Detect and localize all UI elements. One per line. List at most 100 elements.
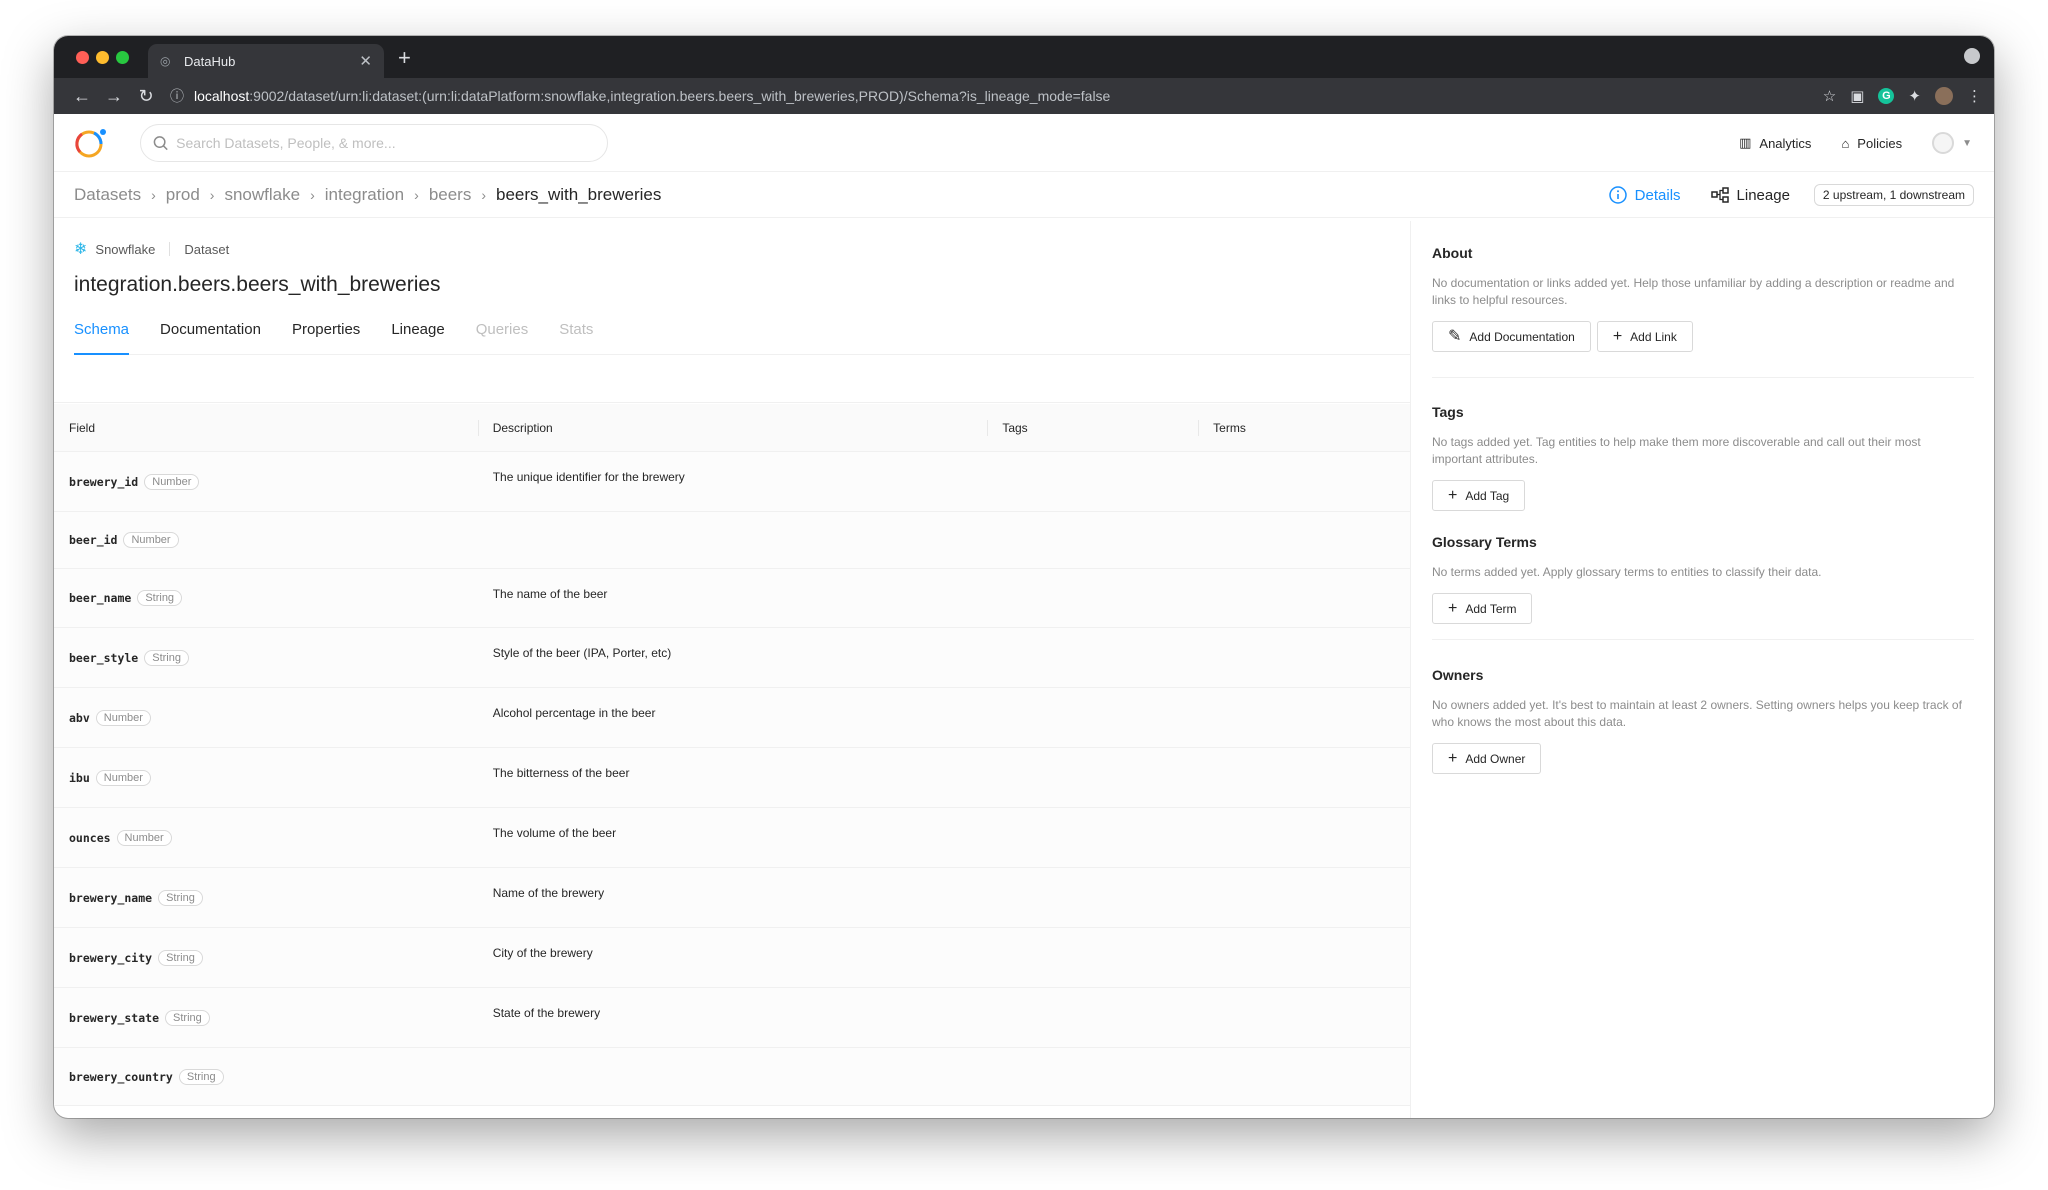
add-tag-button[interactable]: + Add Tag [1432,480,1526,511]
profile-avatar-icon[interactable] [1935,87,1953,105]
terms-cell[interactable] [1198,628,1410,687]
breadcrumb-beers[interactable]: beers [429,185,472,205]
schema-table: Field Description Tags Terms brewery_id N… [54,404,1410,1106]
browser-tab[interactable]: ◎ DataHub ✕ [148,44,384,78]
reload-icon[interactable]: ↻ [130,86,162,107]
platform-name: Snowflake [95,241,156,257]
terms-cell[interactable] [1198,988,1410,1047]
extensions-puzzle-icon[interactable]: ✦ [1908,87,1921,105]
search-bar[interactable] [140,124,608,162]
table-row[interactable]: brewery_country String [54,1048,1410,1106]
terms-cell[interactable] [1198,512,1410,568]
terms-cell[interactable] [1198,1048,1410,1105]
terms-cell[interactable] [1198,748,1410,807]
description-cell[interactable]: Style of the beer (IPA, Porter, etc) [478,628,988,687]
breadcrumb-datasets[interactable]: Datasets [74,185,141,205]
search-input[interactable] [176,135,595,151]
caret-down-icon: ▼ [1962,137,1972,149]
add-owner-button[interactable]: + Add Owner [1432,743,1542,774]
field-name: beer_id [69,533,118,547]
grammarly-extension-icon[interactable]: G [1878,88,1895,104]
terms-cell[interactable] [1198,569,1410,627]
close-tab-icon[interactable]: ✕ [359,52,372,70]
field-type-badge: Number [144,473,200,490]
tags-cell[interactable] [987,452,1198,511]
tags-cell[interactable] [987,512,1198,568]
close-window-icon[interactable] [76,51,89,64]
terms-cell[interactable] [1198,928,1410,987]
tab-schema[interactable]: Schema [74,305,130,355]
description-cell[interactable]: The bitterness of the beer [478,748,988,807]
terms-cell[interactable] [1198,808,1410,867]
forward-icon[interactable]: → [98,86,130,107]
description-cell[interactable] [478,512,988,568]
field-type-badge: String [165,1009,210,1026]
tags-cell[interactable] [987,928,1198,987]
description-cell[interactable]: The volume of the beer [478,808,988,867]
field-type-badge: Number [95,769,151,786]
chevron-right-icon: › [151,186,156,203]
description-cell[interactable]: The unique identifier for the brewery [478,452,988,511]
add-link-button[interactable]: + Add Link [1596,321,1693,352]
breadcrumb-current: beers_with_breweries [496,184,662,204]
tags-cell[interactable] [987,988,1198,1047]
description-cell[interactable]: City of the brewery [478,928,988,987]
table-row[interactable]: brewery_id Number The unique identifier fo… [54,452,1410,512]
terms-cell[interactable] [1198,688,1410,747]
tags-cell[interactable] [987,808,1198,867]
description-cell[interactable] [478,1048,988,1105]
tab-stats: Stats [559,321,594,338]
field-type-badge: Number [95,709,151,726]
terms-cell[interactable] [1198,452,1410,511]
add-documentation-button[interactable]: ✎ Add Documentation [1432,321,1591,352]
site-info-icon[interactable]: ⓘ [170,86,184,106]
add-term-button[interactable]: + Add Term [1432,593,1533,624]
details-toggle[interactable]: Details [1608,186,1681,204]
breadcrumb-prod[interactable]: prod [166,185,200,205]
back-icon[interactable]: ← [66,86,98,107]
tags-cell[interactable] [987,628,1198,687]
table-row[interactable]: brewery_city String City of the brewery [54,928,1410,988]
policies-label: Policies [1857,135,1903,151]
url-bar[interactable]: ⓘ localhost:9002/dataset/urn:li:dataset:… [170,82,1811,110]
tab-search-icon[interactable] [1964,48,1980,64]
breadcrumb-snowflake[interactable]: snowflake [224,185,300,205]
description-cell[interactable]: Name of the brewery [478,868,988,927]
tags-cell[interactable] [987,1048,1198,1105]
column-header-tags: Tags [987,404,1198,451]
table-row[interactable]: beer_name String The name of the beer [54,569,1410,628]
datahub-logo-icon[interactable] [72,126,110,160]
policies-link[interactable]: ⌂ Policies [1841,136,1902,151]
tags-cell[interactable] [987,868,1198,927]
analytics-link[interactable]: ▥ Analytics [1739,135,1811,151]
description-cell[interactable]: State of the brewery [478,988,988,1047]
new-tab-icon[interactable]: + [398,45,411,71]
tab-properties[interactable]: Properties [292,305,360,354]
entity-view-toggle: Details Lineage 2 upstream, 1 downstream [1608,172,1974,218]
tags-cell[interactable] [987,688,1198,747]
terms-cell[interactable] [1198,868,1410,927]
description-cell[interactable]: The name of the beer [478,569,988,627]
table-row[interactable]: beer_id Number [54,512,1410,569]
tab-documentation[interactable]: Documentation [160,305,261,354]
table-row[interactable]: brewery_name String Name of the brewery [54,868,1410,928]
maximize-window-icon[interactable] [116,51,129,64]
tags-cell[interactable] [987,748,1198,807]
minimize-window-icon[interactable] [96,51,109,64]
lineage-toggle[interactable]: Lineage [1710,187,1790,204]
user-menu[interactable]: ▼ [1932,132,1972,154]
table-row[interactable]: abv Number Alcohol percentage in the beer [54,688,1410,748]
camera-extension-icon[interactable]: ▣ [1850,87,1864,105]
schema-toolbar [54,356,1410,403]
tab-lineage[interactable]: Lineage [391,305,444,354]
browser-menu-icon[interactable]: ⋮ [1967,87,1982,105]
field-cell: brewery_state String [54,988,478,1047]
breadcrumb-integration[interactable]: integration [325,185,404,205]
description-cell[interactable]: Alcohol percentage in the beer [478,688,988,747]
table-row[interactable]: brewery_state String State of the brewery [54,988,1410,1048]
table-row[interactable]: ounces Number The volume of the beer [54,808,1410,868]
bookmark-star-icon[interactable]: ☆ [1823,87,1836,105]
table-row[interactable]: beer_style String Style of the beer (IPA, … [54,628,1410,688]
tags-cell[interactable] [987,569,1198,627]
table-row[interactable]: ibu Number The bitterness of the beer [54,748,1410,808]
